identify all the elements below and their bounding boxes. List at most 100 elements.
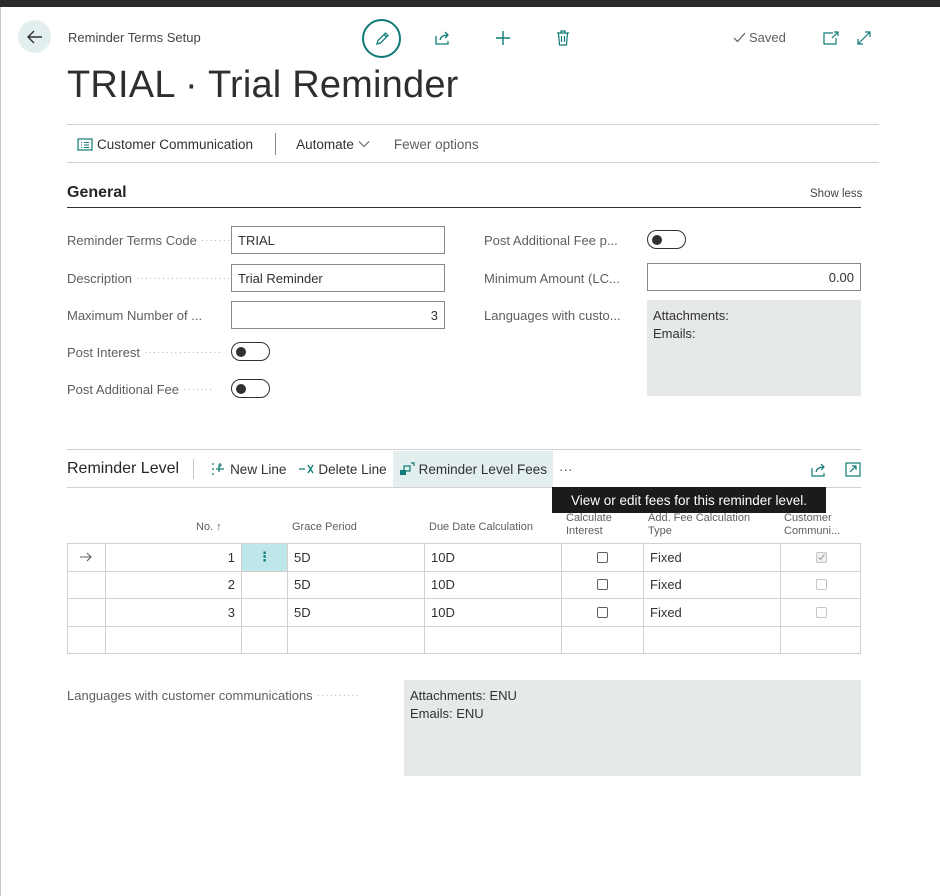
- description-label: Description ···························: [67, 271, 253, 287]
- cell-fee-type[interactable]: Fixed: [643, 544, 780, 571]
- share-icon[interactable]: [432, 27, 454, 49]
- table-row-empty[interactable]: [68, 626, 861, 654]
- checkmark-icon: [817, 553, 825, 561]
- minimum-amount-label: Minimum Amount (LC...: [484, 271, 620, 286]
- column-header-grace-period[interactable]: Grace Period: [292, 521, 357, 534]
- checkbox[interactable]: [815, 579, 827, 591]
- label-text: Maximum Number of ...: [67, 308, 203, 323]
- cell-grace-period[interactable]: [287, 626, 424, 653]
- cell-due-date[interactable]: 10D: [424, 544, 561, 571]
- show-less-button[interactable]: Show less: [810, 188, 862, 200]
- row-indicator: [68, 627, 105, 654]
- minimum-amount-field[interactable]: 0.00: [647, 263, 861, 291]
- cell-calculate-interest[interactable]: [561, 599, 643, 626]
- cell-customer-communication[interactable]: [780, 599, 861, 626]
- fees-icon: [399, 462, 415, 475]
- new-line-icon: [212, 463, 225, 475]
- row-indicator: [68, 599, 105, 626]
- checkbox[interactable]: [597, 551, 608, 563]
- cell-grace-period[interactable]: 5D: [287, 571, 424, 598]
- post-additional-fee-toggle[interactable]: [231, 379, 270, 398]
- languages-value-box[interactable]: Attachments: Emails:: [647, 300, 861, 396]
- row-actions-cell[interactable]: [241, 571, 287, 598]
- automate-label: Automate: [296, 136, 354, 152]
- cell-no[interactable]: 3: [105, 599, 241, 626]
- cell-due-date[interactable]: 10D: [424, 571, 561, 598]
- footer-languages-label: Languages with customer communications ··…: [67, 688, 360, 704]
- column-header-fee-type[interactable]: Add. Fee Calculation Type: [648, 512, 750, 538]
- share-icon[interactable]: [810, 462, 827, 477]
- column-header-no[interactable]: No. ↑: [196, 521, 222, 534]
- label-text: Minimum Amount (LC...: [484, 271, 620, 286]
- table-row[interactable]: 1 ⋮ 5D 10D Fixed: [68, 544, 860, 572]
- label-text: Post Interest: [67, 345, 140, 360]
- label-text: Languages with customer communications: [67, 688, 313, 703]
- fewer-options-button[interactable]: Fewer options: [394, 137, 479, 152]
- post-interest-toggle[interactable]: [231, 342, 270, 361]
- window-left-border: [0, 7, 1, 896]
- cell-no[interactable]: 2: [105, 571, 241, 598]
- cell-calculate-interest[interactable]: [561, 571, 643, 598]
- arrow-left-icon: [26, 30, 42, 43]
- cell-no[interactable]: 1: [105, 544, 241, 571]
- fees-tooltip: View or edit fees for this reminder leve…: [552, 487, 826, 513]
- checkbox[interactable]: [815, 606, 827, 618]
- checkbox-checked[interactable]: [815, 551, 827, 563]
- cell-grace-period[interactable]: 5D: [287, 544, 424, 571]
- description-field[interactable]: Trial Reminder: [231, 264, 445, 292]
- column-header-customer-communication[interactable]: Customer Communi...: [784, 512, 840, 538]
- open-new-window-icon[interactable]: [820, 27, 842, 49]
- row-actions-cell[interactable]: [241, 626, 287, 653]
- cell-calculate-interest[interactable]: [561, 626, 643, 653]
- chevron-down-icon: [358, 141, 370, 148]
- cell-no[interactable]: [105, 626, 241, 653]
- action-bar: Customer Communication Automate Fewer op…: [67, 127, 479, 161]
- cell-fee-type[interactable]: Fixed: [643, 571, 780, 598]
- expand-icon[interactable]: [845, 461, 861, 477]
- checkbox[interactable]: [597, 606, 608, 618]
- cell-customer-communication[interactable]: [780, 544, 861, 571]
- more-options-button[interactable]: ···: [553, 451, 579, 487]
- row-actions-cell[interactable]: [241, 599, 287, 626]
- max-reminders-label: Maximum Number of ...: [67, 308, 202, 323]
- column-header-due-date[interactable]: Due Date Calculation: [429, 521, 533, 534]
- saved-status: Saved: [733, 30, 786, 45]
- column-header-calculate-interest[interactable]: Calculate Interest: [566, 512, 612, 538]
- automate-menu[interactable]: Automate: [296, 137, 370, 152]
- expand-icon[interactable]: [853, 27, 875, 49]
- delete-line-button[interactable]: Delete Line: [292, 451, 392, 487]
- subpage-tools: [810, 461, 861, 477]
- add-icon[interactable]: [492, 27, 514, 49]
- table-row[interactable]: 2 5D 10D Fixed: [68, 571, 861, 599]
- cell-customer-communication[interactable]: [780, 626, 861, 653]
- delete-icon[interactable]: [552, 27, 574, 49]
- cell-grace-period[interactable]: 5D: [287, 599, 424, 626]
- back-button[interactable]: [18, 20, 51, 53]
- post-additional-fee-label: Post Additional Fee ·······: [67, 382, 213, 398]
- table-row[interactable]: 3 5D 10D Fixed: [68, 599, 860, 627]
- cell-calculate-interest[interactable]: [561, 544, 643, 571]
- new-line-button[interactable]: New Line: [204, 451, 292, 487]
- reminder-level-fees-button[interactable]: Reminder Level Fees: [392, 451, 553, 487]
- edit-button[interactable]: [362, 19, 401, 58]
- cell-fee-type[interactable]: [643, 626, 780, 653]
- footer-languages-value-box[interactable]: Attachments: ENU Emails: ENU: [404, 680, 861, 776]
- max-reminders-field[interactable]: 3: [231, 301, 445, 329]
- general-section-title[interactable]: General: [67, 184, 127, 202]
- row-actions-ellipsis[interactable]: ⋮: [241, 544, 287, 571]
- customer-communication-button[interactable]: Customer Communication: [77, 137, 253, 152]
- reminder-terms-code-field[interactable]: TRIAL: [231, 226, 445, 254]
- checkbox[interactable]: [597, 579, 608, 591]
- label-text: Description: [67, 271, 133, 286]
- cell-due-date[interactable]: 10D: [424, 599, 561, 626]
- pencil-icon: [375, 31, 389, 45]
- post-fee-per-line-label: Post Additional Fee p...: [484, 233, 618, 248]
- cell-customer-communication[interactable]: [780, 571, 861, 598]
- post-fee-per-line-toggle[interactable]: [647, 230, 686, 249]
- cell-fee-type[interactable]: Fixed: [643, 599, 780, 626]
- post-interest-label: Post Interest ··················: [67, 345, 222, 361]
- cell-due-date[interactable]: [424, 626, 561, 653]
- section-underline: [67, 207, 861, 208]
- label-text: Post Additional Fee p...: [484, 233, 618, 248]
- row-indicator: [68, 572, 105, 599]
